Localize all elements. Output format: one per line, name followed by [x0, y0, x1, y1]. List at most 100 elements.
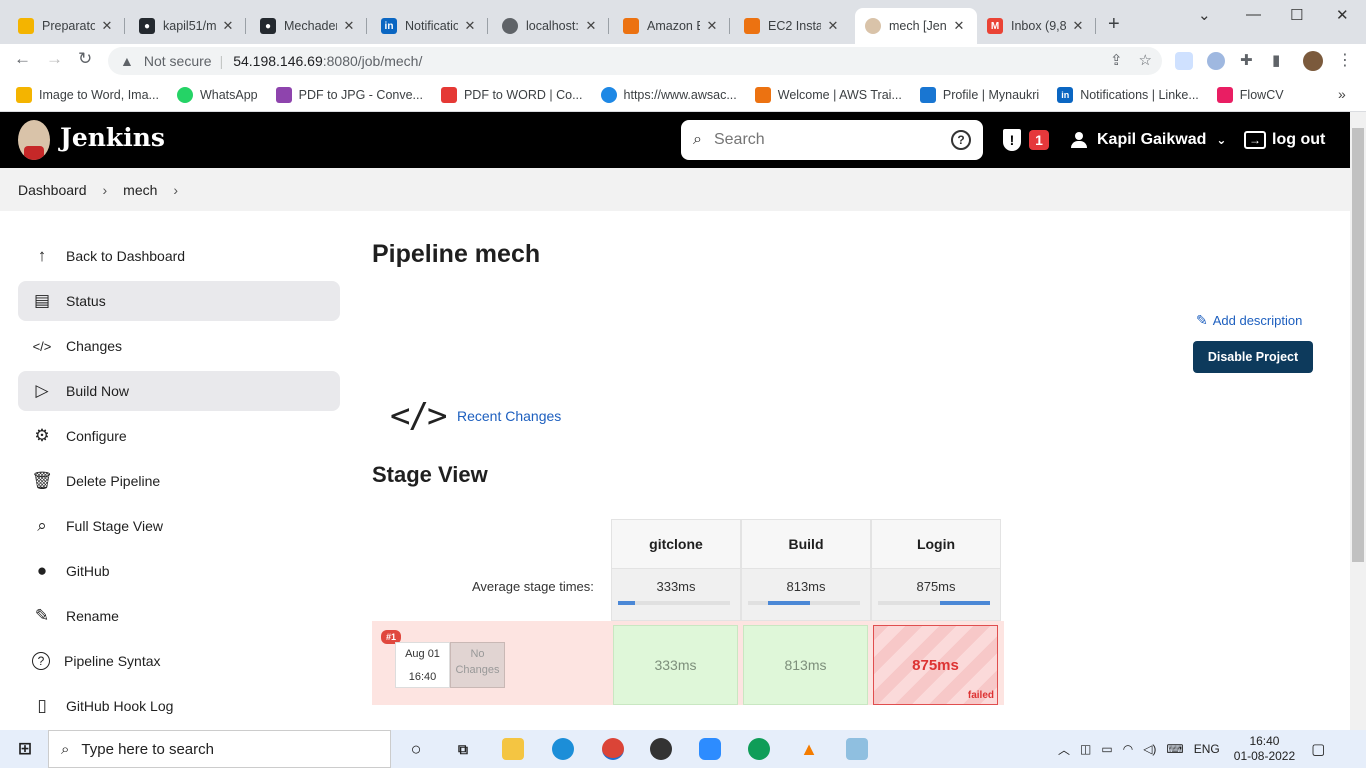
browser-tab[interactable]: localhost:8✕ — [492, 8, 609, 44]
task-view-icon[interactable]: ⧉ — [452, 738, 474, 760]
puzzle-icon[interactable]: ✚ — [1240, 51, 1253, 69]
security-label[interactable]: Not secure — [144, 53, 212, 69]
maximize-icon[interactable]: ☐ — [1290, 6, 1303, 24]
search-input[interactable] — [713, 131, 934, 149]
close-icon[interactable]: ✕ — [1070, 18, 1086, 34]
bookmark-item[interactable]: PDF to JPG - Conve... — [275, 86, 423, 103]
sidebar-item-rename[interactable]: ✎ Rename — [18, 596, 340, 636]
app-icon[interactable] — [846, 738, 868, 760]
browser-tab[interactable]: ● kapil51/m ✕ — [129, 8, 246, 44]
sidebar-item-changes[interactable]: </> Changes — [18, 326, 340, 366]
close-icon[interactable]: ✕ — [704, 18, 720, 34]
minimize-icon[interactable]: — — [1246, 6, 1261, 23]
clock[interactable]: 16:40 01-08-2022 — [1234, 734, 1295, 764]
extension-icon[interactable] — [1175, 52, 1193, 70]
chevron-right-icon[interactable]: › — [173, 182, 178, 198]
sidebar-item-github-hook-log[interactable]: ▯ GitHub Hook Log — [18, 686, 340, 726]
bookmark-star-icon[interactable]: ☆ — [1139, 51, 1152, 69]
edge-icon[interactable] — [552, 738, 574, 760]
build-timestamp[interactable]: Aug 01 16:40 — [395, 642, 450, 688]
sidebar-item-delete-pipeline[interactable]: 🗑 Delete Pipeline — [18, 461, 340, 501]
chrome-icon[interactable] — [602, 738, 624, 760]
battery-icon[interactable]: ▭ — [1101, 742, 1112, 756]
notification-icon[interactable]: ▢ — [1311, 740, 1325, 758]
breadcrumb-job[interactable]: mech — [123, 182, 157, 198]
tab-search-icon[interactable]: ⌄ — [1198, 6, 1211, 24]
windows-start-icon[interactable]: ⊞ — [14, 738, 36, 760]
share-icon[interactable]: ⇪ — [1110, 51, 1123, 69]
user-name: Kapil Gaikwad — [1097, 131, 1207, 148]
close-icon[interactable]: ✕ — [99, 18, 115, 34]
sidebar-item-build-now[interactable]: ▷ Build Now — [18, 371, 340, 411]
file-explorer-icon[interactable] — [502, 738, 524, 760]
reload-icon[interactable]: ↻ — [78, 49, 92, 69]
zoom-icon[interactable] — [699, 738, 721, 760]
bookmark-item[interactable]: https://www.awsac... — [600, 86, 737, 103]
bookmark-item[interactable]: FlowCV — [1216, 86, 1284, 103]
recent-changes-link[interactable]: Recent Changes — [457, 408, 561, 424]
wifi-icon[interactable]: ◠ — [1123, 742, 1133, 756]
breadcrumb-dashboard[interactable]: Dashboard — [18, 182, 87, 198]
back-icon[interactable]: ← — [14, 49, 31, 69]
chevron-right-icon[interactable]: › — [103, 182, 108, 198]
forward-icon[interactable]: → — [46, 49, 63, 69]
browser-tab[interactable]: Amazon E ✕ — [613, 8, 730, 44]
cortana-icon[interactable]: ○ — [405, 738, 427, 760]
keyboard-icon[interactable]: ⌨ — [1166, 742, 1183, 756]
stage-cell-failed[interactable]: 875ms failed — [873, 625, 998, 705]
new-tab-button[interactable]: + — [1108, 13, 1120, 36]
user-menu[interactable]: Kapil Gaikwad ⌄ — [1071, 131, 1226, 149]
close-icon[interactable]: ✕ — [220, 18, 236, 34]
scrollbar-thumb[interactable] — [1352, 128, 1364, 562]
close-icon[interactable]: ✕ — [583, 18, 599, 34]
sidebar-item-github[interactable]: ● GitHub — [18, 551, 340, 591]
close-icon[interactable]: ✕ — [341, 18, 357, 34]
aws-icon — [754, 86, 771, 103]
vlc-icon[interactable]: ▲ — [798, 738, 820, 760]
logout-link[interactable]: → log out — [1244, 131, 1325, 149]
sidebar-item-configure[interactable]: ⚙ Configure — [18, 416, 340, 456]
bookmark-item[interactable]: WhatsApp — [176, 86, 258, 103]
bookmark-item[interactable]: PDF to WORD | Co... — [440, 86, 583, 103]
bookmark-item[interactable]: Profile | Mynaukri — [919, 86, 1039, 103]
browser-tab[interactable]: M Inbox (9,8 ✕ — [977, 8, 1096, 44]
sidebar-item-pipeline-syntax[interactable]: ? Pipeline Syntax — [18, 641, 340, 681]
bookmark-item[interactable]: Image to Word, Ima... — [16, 86, 159, 103]
stage-cell-success[interactable]: 333ms — [613, 625, 738, 705]
help-icon[interactable]: ? — [951, 130, 971, 150]
obs-icon[interactable] — [650, 738, 672, 760]
sidebar-item-status[interactable]: ▤ Status — [18, 281, 340, 321]
close-icon[interactable]: ✕ — [462, 18, 478, 34]
close-window-icon[interactable]: ✕ — [1336, 6, 1349, 24]
browser-tab-active[interactable]: mech [Jen ✕ — [855, 8, 977, 44]
bookmark-item[interactable]: in Notifications | Linke... — [1057, 86, 1199, 103]
close-icon[interactable]: ✕ — [825, 18, 841, 34]
add-description-link[interactable]: ✎ Add description — [1196, 312, 1302, 329]
sidebar-item-back-to-dashboard[interactable]: ↑ Back to Dashboard — [18, 236, 340, 276]
jenkins-logo-icon[interactable] — [18, 120, 50, 160]
sidebar-item-full-stage-view[interactable]: ⌕ Full Stage View — [18, 506, 340, 546]
stage-cell-success[interactable]: 813ms — [743, 625, 868, 705]
chrome-icon[interactable] — [748, 738, 770, 760]
browser-tab[interactable]: Preparator✕ — [8, 8, 125, 44]
menu-icon[interactable]: ⋮ — [1337, 50, 1353, 70]
disable-project-button[interactable]: Disable Project — [1193, 341, 1313, 373]
sidepanel-icon[interactable]: ▮ — [1272, 51, 1280, 69]
browser-tab[interactable]: EC2 Instan✕ — [734, 8, 851, 44]
browser-tab[interactable]: ●Mechadem✕ — [250, 8, 367, 44]
warning-icon: ▲ — [120, 53, 134, 69]
volume-icon[interactable]: ◁) — [1143, 742, 1156, 756]
security-alert[interactable]: ! 1 — [1003, 129, 1049, 151]
profile-avatar[interactable] — [1303, 51, 1323, 71]
address-bar[interactable]: ▲ Not secure | 54.198.146.69:8080/job/me… — [108, 47, 1162, 75]
browser-tab[interactable]: in Notificatio ✕ — [371, 8, 488, 44]
bookmark-item[interactable]: Welcome | AWS Trai... — [754, 86, 902, 103]
extension-icon[interactable] — [1207, 52, 1225, 70]
jenkins-title[interactable]: Jenkins — [60, 123, 165, 152]
network-icon[interactable]: ◫ — [1080, 742, 1091, 756]
chevron-up-icon[interactable]: ︿ — [1058, 741, 1070, 758]
taskbar-search[interactable]: ⌕ Type here to search — [48, 730, 391, 768]
close-icon[interactable]: ✕ — [951, 18, 967, 34]
more-bookmarks-icon[interactable]: » — [1338, 86, 1346, 102]
language-indicator[interactable]: ENG — [1194, 742, 1220, 756]
